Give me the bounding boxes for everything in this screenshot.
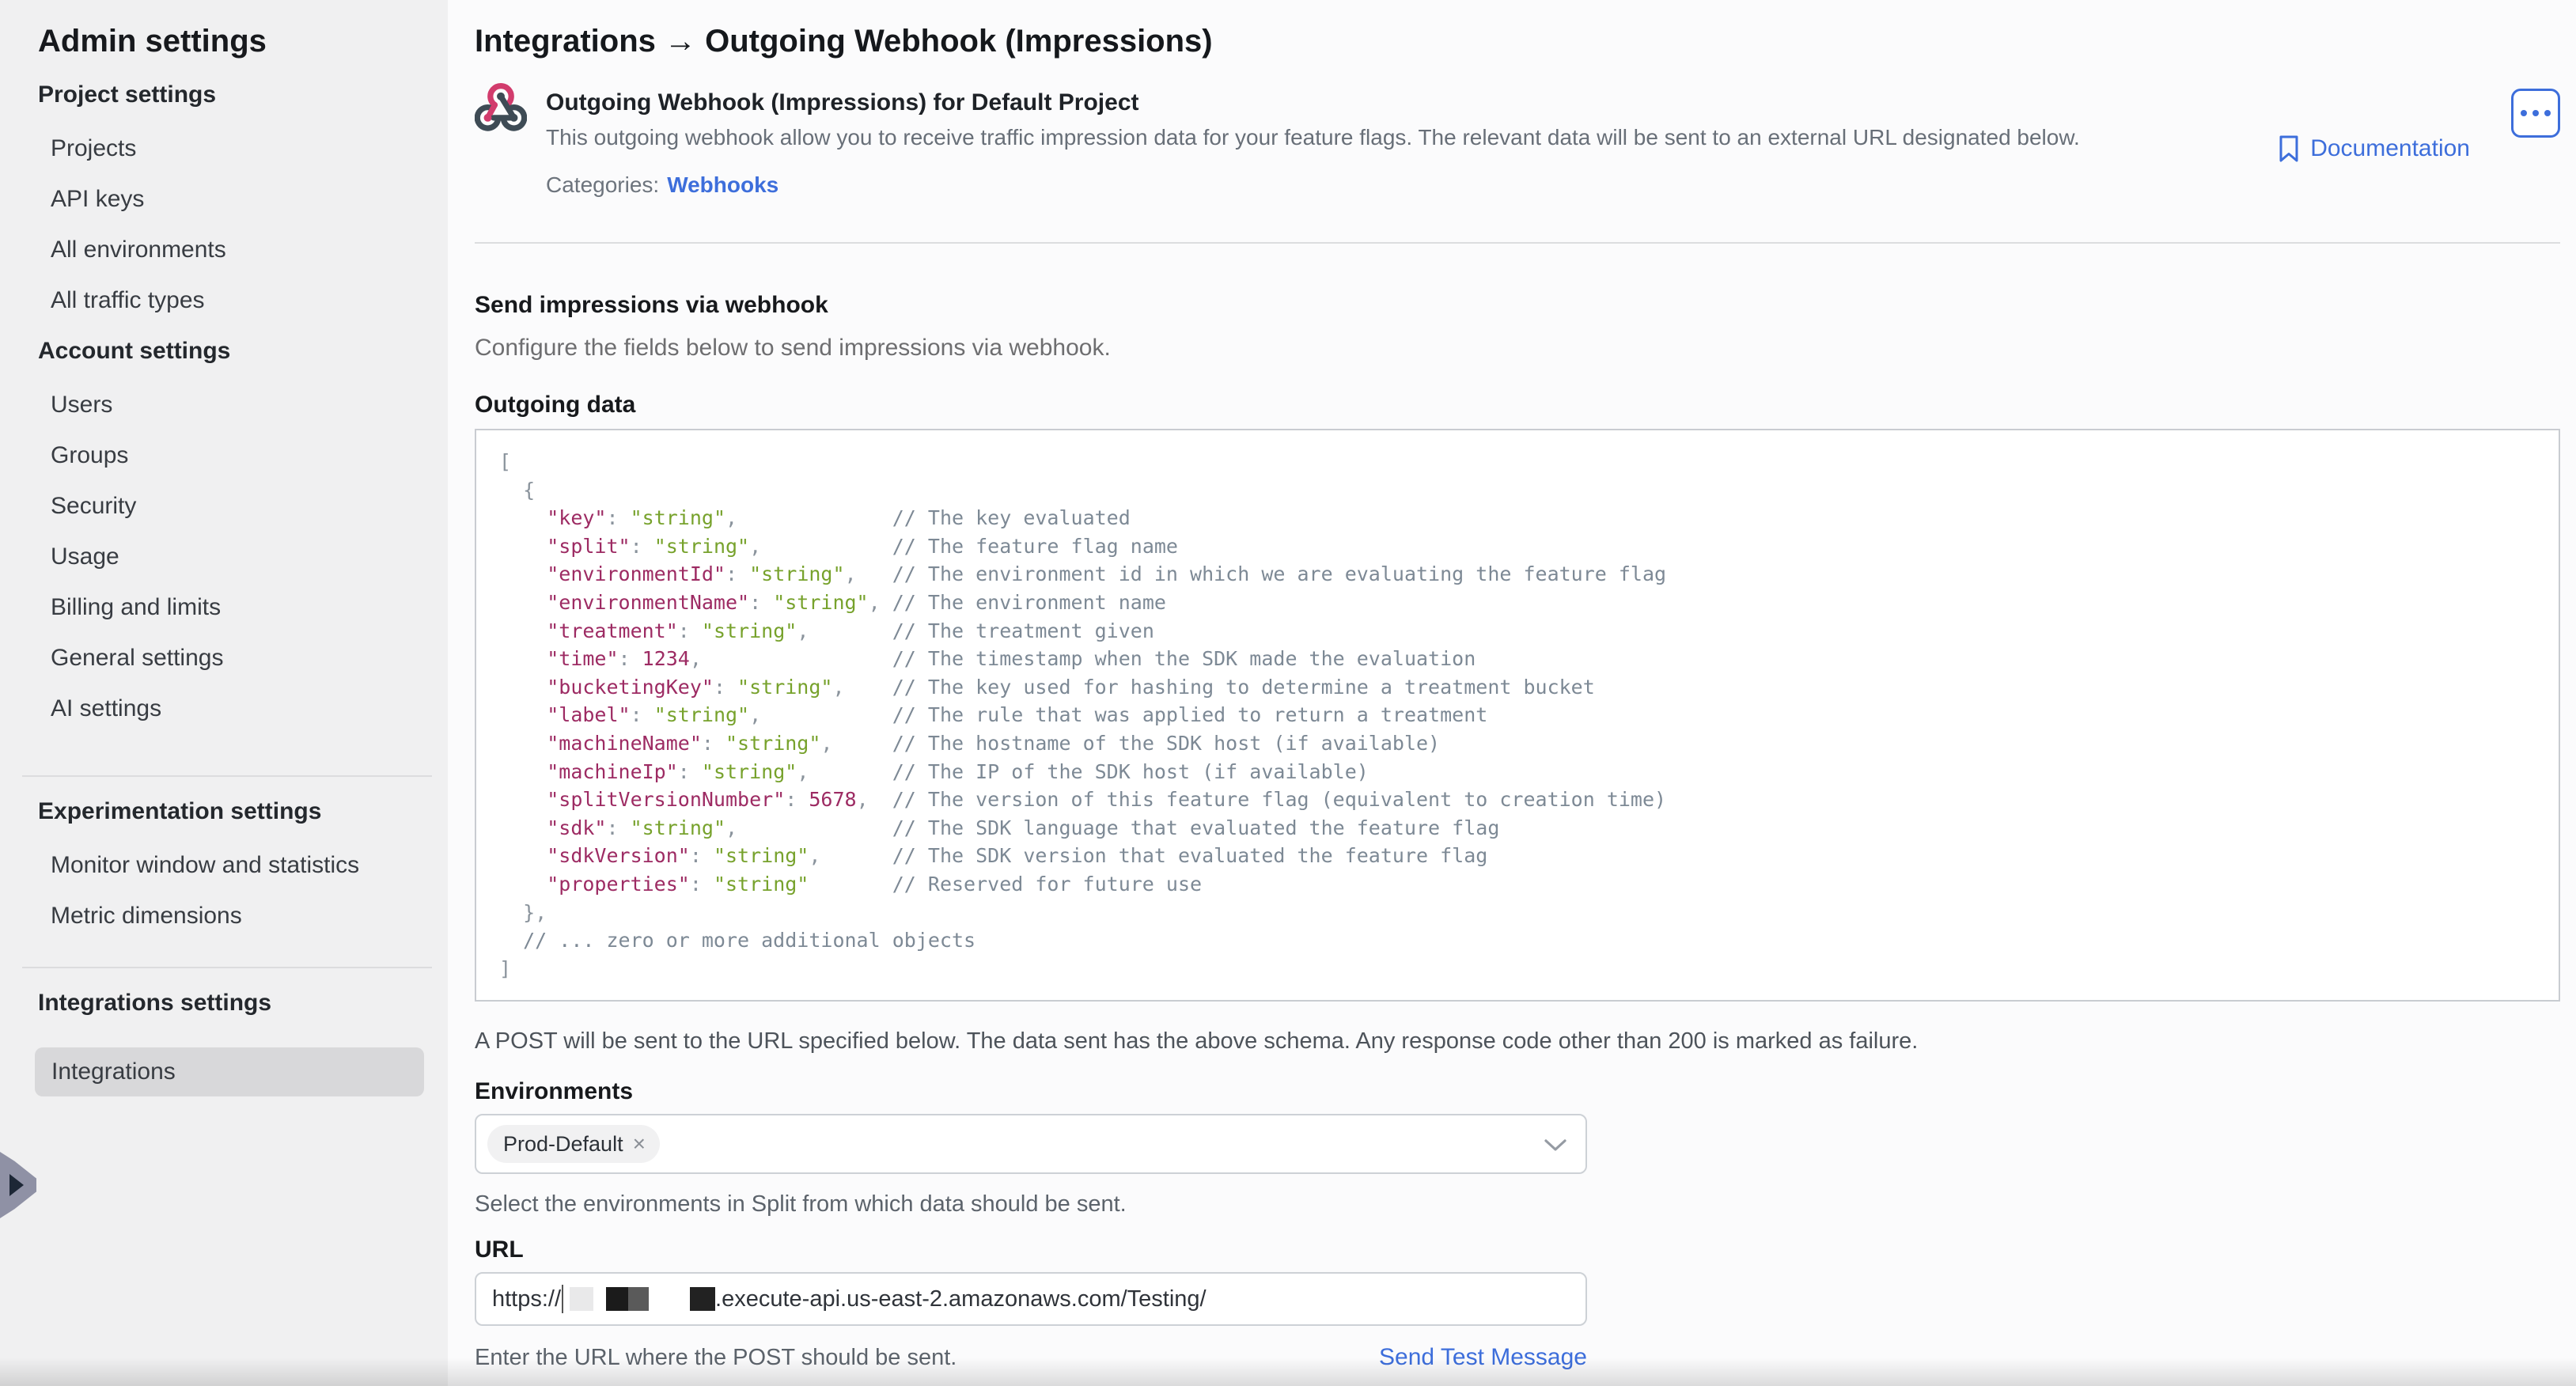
bookmark-icon: [2277, 134, 2301, 163]
sidebar-section-label-integrations-settings: Integrations settings: [38, 987, 448, 1019]
admin-settings-sidebar: Admin settings Project settings Projects A…: [0, 0, 448, 1386]
sidebar-section-label-project-settings: Project settings: [38, 79, 448, 111]
post-note: A POST will be sent to the URL specified…: [475, 1027, 2560, 1055]
sidebar-item-users[interactable]: Users: [51, 389, 448, 421]
documentation-link[interactable]: Documentation: [2277, 100, 2470, 198]
categories-links: Webhooks: [659, 172, 778, 197]
category-link-webhooks[interactable]: Webhooks: [667, 172, 778, 197]
section-title: Send impressions via webhook: [475, 290, 2560, 321]
chevron-down-icon: [1544, 1139, 1566, 1152]
sidebar-title: Admin settings: [38, 22, 448, 60]
url-suffix: .execute-api.us-east-2.amazonaws.com/Tes…: [715, 1286, 1207, 1312]
sidebar-divider: [22, 967, 432, 968]
sidebar-collapse-handle[interactable]: [0, 1152, 36, 1218]
sidebar-item-all-traffic-types[interactable]: All traffic types: [51, 285, 448, 316]
sidebar-item-billing-and-limits[interactable]: Billing and limits: [51, 592, 448, 623]
outgoing-data-code: [ { "key": "string", // The key evaluate…: [475, 429, 2560, 1002]
sidebar-item-ai-settings[interactable]: AI settings: [51, 693, 448, 725]
section-divider: [475, 242, 2560, 244]
sidebar-item-groups[interactable]: Groups: [51, 440, 448, 471]
more-options-button[interactable]: [2511, 89, 2560, 138]
ellipsis-icon: [2521, 110, 2527, 116]
redacted-block: [606, 1287, 628, 1311]
sidebar-item-usage[interactable]: Usage: [51, 541, 448, 573]
integration-description: This outgoing webhook allow you to recei…: [546, 123, 2277, 152]
outgoing-data-label: Outgoing data: [475, 389, 2560, 421]
sidebar-item-general-settings[interactable]: General settings: [51, 642, 448, 674]
sidebar-item-api-keys[interactable]: API keys: [51, 184, 448, 215]
sidebar-item-integrations[interactable]: Integrations: [35, 1047, 424, 1096]
environment-tag: Prod-Default ×: [487, 1125, 660, 1163]
url-label: URL: [475, 1236, 2560, 1264]
redacted-block: [570, 1287, 593, 1311]
categories-row: Categories: Webhooks: [546, 172, 2277, 198]
integration-info: Outgoing Webhook (Impressions) for Defau…: [546, 79, 2277, 198]
section-subtitle: Configure the fields below to send impre…: [475, 334, 2560, 362]
sidebar-item-all-environments[interactable]: All environments: [51, 234, 448, 266]
remove-environment-icon[interactable]: ×: [633, 1131, 646, 1157]
breadcrumb: Integrations → Outgoing Webhook (Impress…: [475, 22, 2560, 60]
sidebar-item-metric-dimensions[interactable]: Metric dimensions: [51, 900, 448, 932]
environments-help: Select the environments in Split from wh…: [475, 1190, 2560, 1218]
categories-label: Categories:: [546, 172, 659, 197]
environments-select[interactable]: Prod-Default ×: [475, 1114, 1587, 1174]
redacted-block: [690, 1287, 715, 1311]
redacted-block: [628, 1287, 649, 1311]
url-input[interactable]: https:// .execute-api.us-east-2.amazonaws…: [475, 1272, 1587, 1326]
environment-tag-label: Prod-Default: [503, 1132, 623, 1157]
sidebar-item-security[interactable]: Security: [51, 490, 448, 522]
environments-tags: Prod-Default ×: [487, 1125, 660, 1163]
sidebar-sections: Project settings Projects API keys All envi…: [0, 79, 448, 1096]
integration-info-row: Outgoing Webhook (Impressions) for Defau…: [475, 79, 2560, 198]
url-help-row: Enter the URL where the POST should be s…: [475, 1343, 1587, 1372]
text-caret: [562, 1285, 563, 1313]
chevron-right-icon: [9, 1174, 24, 1196]
environments-label: Environments: [475, 1077, 2560, 1106]
redacted-gap: [649, 1287, 690, 1311]
webhook-logo-icon: [475, 79, 527, 131]
url-help: Enter the URL where the POST should be s…: [475, 1343, 957, 1372]
sidebar-item-projects[interactable]: Projects: [51, 133, 448, 165]
sidebar-section-label-experimentation-settings: Experimentation settings: [38, 796, 448, 827]
sidebar-section-label-account-settings: Account settings: [38, 335, 448, 367]
send-test-message-link[interactable]: Send Test Message: [1379, 1344, 1587, 1371]
documentation-label: Documentation: [2310, 135, 2470, 162]
main-content: Integrations → Outgoing Webhook (Impress…: [448, 0, 2576, 1386]
url-prefix: https://: [492, 1286, 561, 1312]
integration-title: Outgoing Webhook (Impressions) for Defau…: [546, 87, 2277, 119]
sidebar-divider: [22, 775, 432, 777]
sidebar-item-monitor-window-and-statistics[interactable]: Monitor window and statistics: [51, 850, 448, 881]
